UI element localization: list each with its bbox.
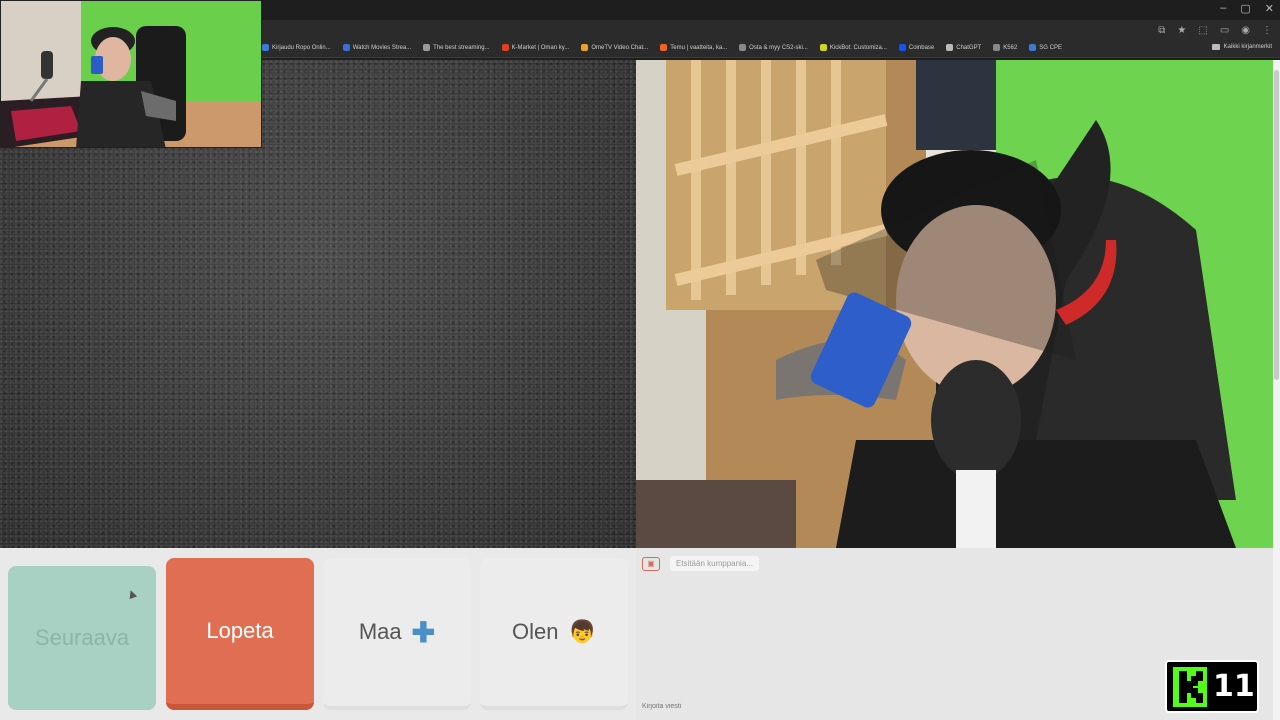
bookmark-label: Temu | vaatteita, ka... — [670, 44, 728, 51]
bookmark-item[interactable]: OmeTV Video Chat... — [581, 44, 648, 51]
sidebar-icon[interactable]: ▭ — [1220, 25, 1229, 36]
bookmark-label: Watch Movies Strea... — [352, 44, 412, 51]
bookmark-favicon-icon — [993, 44, 1001, 51]
scrollbar-thumb[interactable] — [1274, 70, 1279, 380]
stop-button-label: Lopeta — [206, 618, 274, 643]
bookmark-favicon-icon — [501, 44, 509, 51]
bookmark-label: Kirjaudu Ropo Onlin... — [272, 44, 331, 51]
self-video — [636, 60, 1273, 548]
bookmark-label: OmeTV Video Chat... — [591, 44, 649, 51]
bookmark-favicon-icon — [1029, 44, 1037, 51]
bookmark-favicon-icon — [739, 44, 747, 51]
all-bookmarks[interactable]: Kaikki kirjanmerkit — [1211, 44, 1272, 50]
next-button-label: Seuraava — [34, 625, 130, 650]
bookmark-favicon-icon — [819, 44, 827, 51]
bookmark-label: SG CPE — [1039, 44, 1062, 51]
page-scrollbar[interactable] — [1273, 60, 1280, 720]
bookmark-favicon-icon — [581, 44, 589, 51]
gender-button-label: Olen — [512, 619, 559, 644]
bookmark-label: KickBot: Customiza... — [829, 44, 887, 51]
bookmark-favicon-icon — [660, 44, 668, 51]
folder-icon — [1211, 44, 1220, 50]
maximize-button[interactable]: ▢ — [1240, 2, 1250, 15]
bookmarks-list: Kirjaudu Ropo Onlin... Watch Movies Strea… — [262, 44, 1062, 51]
chat-status-message: Etsitään kumppania... — [670, 556, 759, 571]
boy-icon: 👦 — [568, 619, 596, 644]
star-icon[interactable]: ★ — [1177, 25, 1186, 36]
kick-badge-number: 11 — [1213, 669, 1255, 704]
bookmark-favicon-icon — [423, 44, 431, 51]
self-video-image — [636, 60, 1273, 548]
bookmark-item[interactable]: K562 — [993, 44, 1017, 51]
bookmark-favicon-icon — [898, 44, 906, 51]
bookmark-label: K-Market | Oman ky... — [511, 44, 570, 51]
bookmark-item[interactable]: Kirjaudu Ropo Onlin... — [262, 44, 331, 51]
stop-button[interactable]: Lopeta — [166, 558, 314, 710]
next-button[interactable]: Seuraava — [8, 566, 156, 710]
bookmark-favicon-icon — [946, 44, 954, 51]
bookmark-item[interactable]: Osta & myy CS2-ski... — [739, 44, 808, 51]
close-button[interactable]: ✕ — [1265, 2, 1274, 15]
bookmark-item[interactable]: K-Market | Oman ky... — [501, 44, 570, 51]
menu-icon[interactable]: ⋮ — [1262, 25, 1272, 36]
minimize-button[interactable]: – — [1220, 2, 1226, 15]
kick-logo-icon — [1173, 666, 1207, 707]
bookmark-item[interactable]: Temu | vaatteita, ka... — [660, 44, 727, 51]
extensions-icon[interactable]: ⬚ — [1198, 25, 1207, 36]
profile-icon[interactable]: ◉ — [1241, 25, 1250, 36]
chat-status-row: ▣ Etsitään kumppania... — [642, 556, 759, 571]
bookmark-label: K562 — [1003, 44, 1018, 51]
bookmark-favicon-icon — [262, 44, 269, 51]
window-controls: – ▢ ✕ — [1220, 2, 1274, 15]
bookmark-label: The best streaming... — [433, 44, 490, 51]
gender-button[interactable]: Olen 👦 — [480, 558, 628, 710]
bookmark-label: ChatGPT — [956, 44, 982, 51]
bookmark-favicon-icon — [342, 44, 350, 51]
tv-icon: ▣ — [642, 556, 660, 571]
toolbar-icons: ⧉ ★ ⬚ ▭ ◉ ⋮ — [1158, 25, 1272, 36]
plus-icon: ✚ — [411, 616, 436, 648]
country-button-label: Maa — [358, 619, 402, 644]
cast-icon[interactable]: ⧉ — [1158, 25, 1165, 36]
controls-area: Seuraava Lopeta Maa ✚ Olen 👦 ▣ Etsitään … — [0, 548, 1273, 720]
streamer-webcam-overlay — [0, 0, 262, 148]
webcam-image — [1, 1, 261, 147]
bookmark-item[interactable]: The best streaming... — [423, 44, 490, 51]
bookmark-label: Osta & myy CS2-ski... — [749, 44, 808, 51]
kick-badge: 11 — [1165, 660, 1259, 713]
bookmark-item[interactable]: ChatGPT — [946, 44, 981, 51]
bookmark-item[interactable]: Coinbase — [898, 44, 935, 51]
bookmark-item[interactable]: Watch Movies Strea... — [342, 44, 412, 51]
country-button[interactable]: Maa ✚ — [323, 558, 471, 710]
bookmark-label: Coinbase — [908, 44, 935, 51]
bookmark-item[interactable]: KickBot: Customiza... — [819, 44, 887, 51]
bookmark-item[interactable]: SG CPE — [1029, 44, 1062, 51]
all-bookmarks-label: Kaikki kirjanmerkit — [1223, 44, 1272, 50]
